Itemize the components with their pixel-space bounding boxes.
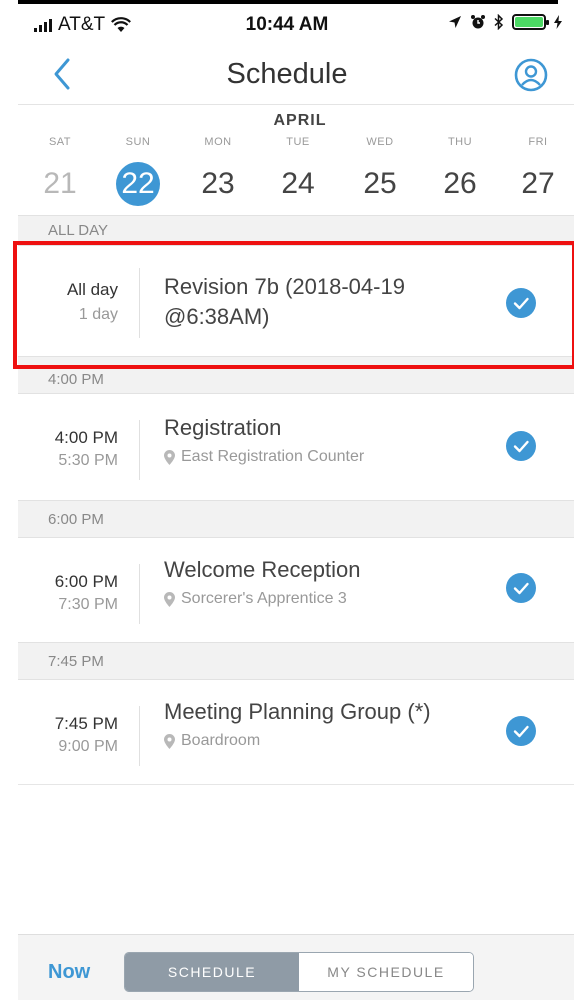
day-number: 23 [201, 167, 235, 200]
event-location: Boardroom [164, 732, 260, 750]
event-row-registration[interactable]: 4:00 PM 5:30 PM Registration East Regist… [18, 394, 574, 500]
segment-my-schedule[interactable]: MY SCHEDULE [299, 953, 473, 991]
event-divider [139, 706, 140, 766]
now-button[interactable]: Now [48, 961, 90, 984]
day-sat[interactable]: SAT 21 [30, 136, 90, 206]
event-start-time: 6:00 PM [54, 572, 118, 591]
week-strip: SAT 21 SUN 22 MON 23 TUE 24 WED 25 THU 2… [0, 136, 574, 206]
event-start-time: All day [66, 280, 118, 299]
map-pin-icon [164, 591, 175, 607]
day-name: WED [366, 136, 394, 148]
section-header-time: 6:00 PM [18, 500, 574, 538]
event-title: Revision 7b (2018-04-19 @6:38AM) [164, 274, 405, 329]
navigation-bar: Schedule [0, 48, 574, 104]
location-label: Boardroom [181, 732, 261, 749]
day-tue[interactable]: TUE 24 [268, 136, 328, 206]
day-number: 26 [443, 167, 477, 200]
location-label: Sorcerer's Apprentice 3 [181, 590, 347, 607]
event-divider [139, 268, 140, 338]
alarm-icon [471, 15, 485, 29]
day-fri[interactable]: FRI 27 [508, 136, 568, 206]
location-arrow-icon [449, 16, 461, 28]
location-label: East Registration Counter [181, 448, 365, 465]
event-row-revision[interactable]: All day 1 day Revision 7b (2018-04-19 @6… [18, 246, 574, 354]
day-mon[interactable]: MON 23 [188, 136, 248, 206]
day-name: SUN [125, 136, 151, 148]
nav-divider [18, 104, 574, 105]
top-edge-line [18, 0, 558, 4]
event-start-time: 4:00 PM [54, 428, 118, 447]
user-circle-icon[interactable] [514, 58, 548, 92]
checkmark-icon[interactable] [506, 431, 536, 461]
day-name: SAT [48, 136, 72, 148]
map-pin-icon [164, 733, 175, 749]
bluetooth-icon [494, 14, 504, 30]
day-number: 24 [281, 167, 315, 200]
month-label: APRIL [273, 112, 327, 129]
day-name: TUE [286, 136, 310, 148]
list-end-divider [18, 784, 574, 785]
map-pin-icon [164, 449, 175, 465]
day-name: FRI [528, 136, 548, 148]
checkmark-icon[interactable] [506, 573, 536, 603]
event-divider [139, 420, 140, 480]
event-end-time: 7:30 PM [58, 596, 118, 613]
event-row-meeting-planning[interactable]: 7:45 PM 9:00 PM Meeting Planning Group (… [18, 680, 574, 784]
day-name: THU [447, 136, 473, 148]
section-header-all-day: ALL DAY [18, 215, 574, 246]
charging-bolt-icon [554, 15, 562, 29]
status-right [448, 14, 562, 30]
battery-icon [512, 14, 549, 30]
segment-schedule[interactable]: SCHEDULE [125, 953, 299, 991]
day-number: 25 [363, 167, 397, 200]
event-start-time: 7:45 PM [54, 714, 118, 733]
day-wed[interactable]: WED 25 [350, 136, 410, 206]
section-header-time: 7:45 PM [18, 642, 574, 680]
page-title: Schedule [226, 58, 348, 90]
event-title: Welcome Reception [164, 557, 361, 582]
event-end-time: 9:00 PM [58, 738, 118, 755]
event-title: Meeting Planning Group (*) [164, 699, 431, 724]
status-bar: AT&T 10:44 AM [0, 10, 574, 40]
event-duration: 1 day [78, 306, 118, 323]
day-thu[interactable]: THU 26 [430, 136, 490, 206]
checkmark-icon[interactable] [506, 716, 536, 746]
section-header-time: 4:00 PM [18, 356, 574, 394]
event-end-time: 5:30 PM [58, 452, 118, 469]
day-sun[interactable]: SUN 22 [108, 136, 168, 206]
day-number: 22 [116, 162, 160, 206]
day-number: 21 [43, 167, 77, 200]
event-location: East Registration Counter [164, 448, 364, 466]
event-title: Registration [164, 415, 282, 440]
checkmark-icon[interactable] [506, 288, 536, 318]
schedule-segmented-control: SCHEDULE MY SCHEDULE [124, 952, 474, 992]
event-divider [139, 564, 140, 624]
bottom-tab-bar: Now SCHEDULE MY SCHEDULE [18, 934, 574, 1000]
event-row-welcome-reception[interactable]: 6:00 PM 7:30 PM Welcome Reception Sorcer… [18, 538, 574, 642]
day-number: 27 [521, 167, 555, 200]
event-location: Sorcerer's Apprentice 3 [164, 590, 347, 608]
day-name: MON [204, 136, 232, 148]
